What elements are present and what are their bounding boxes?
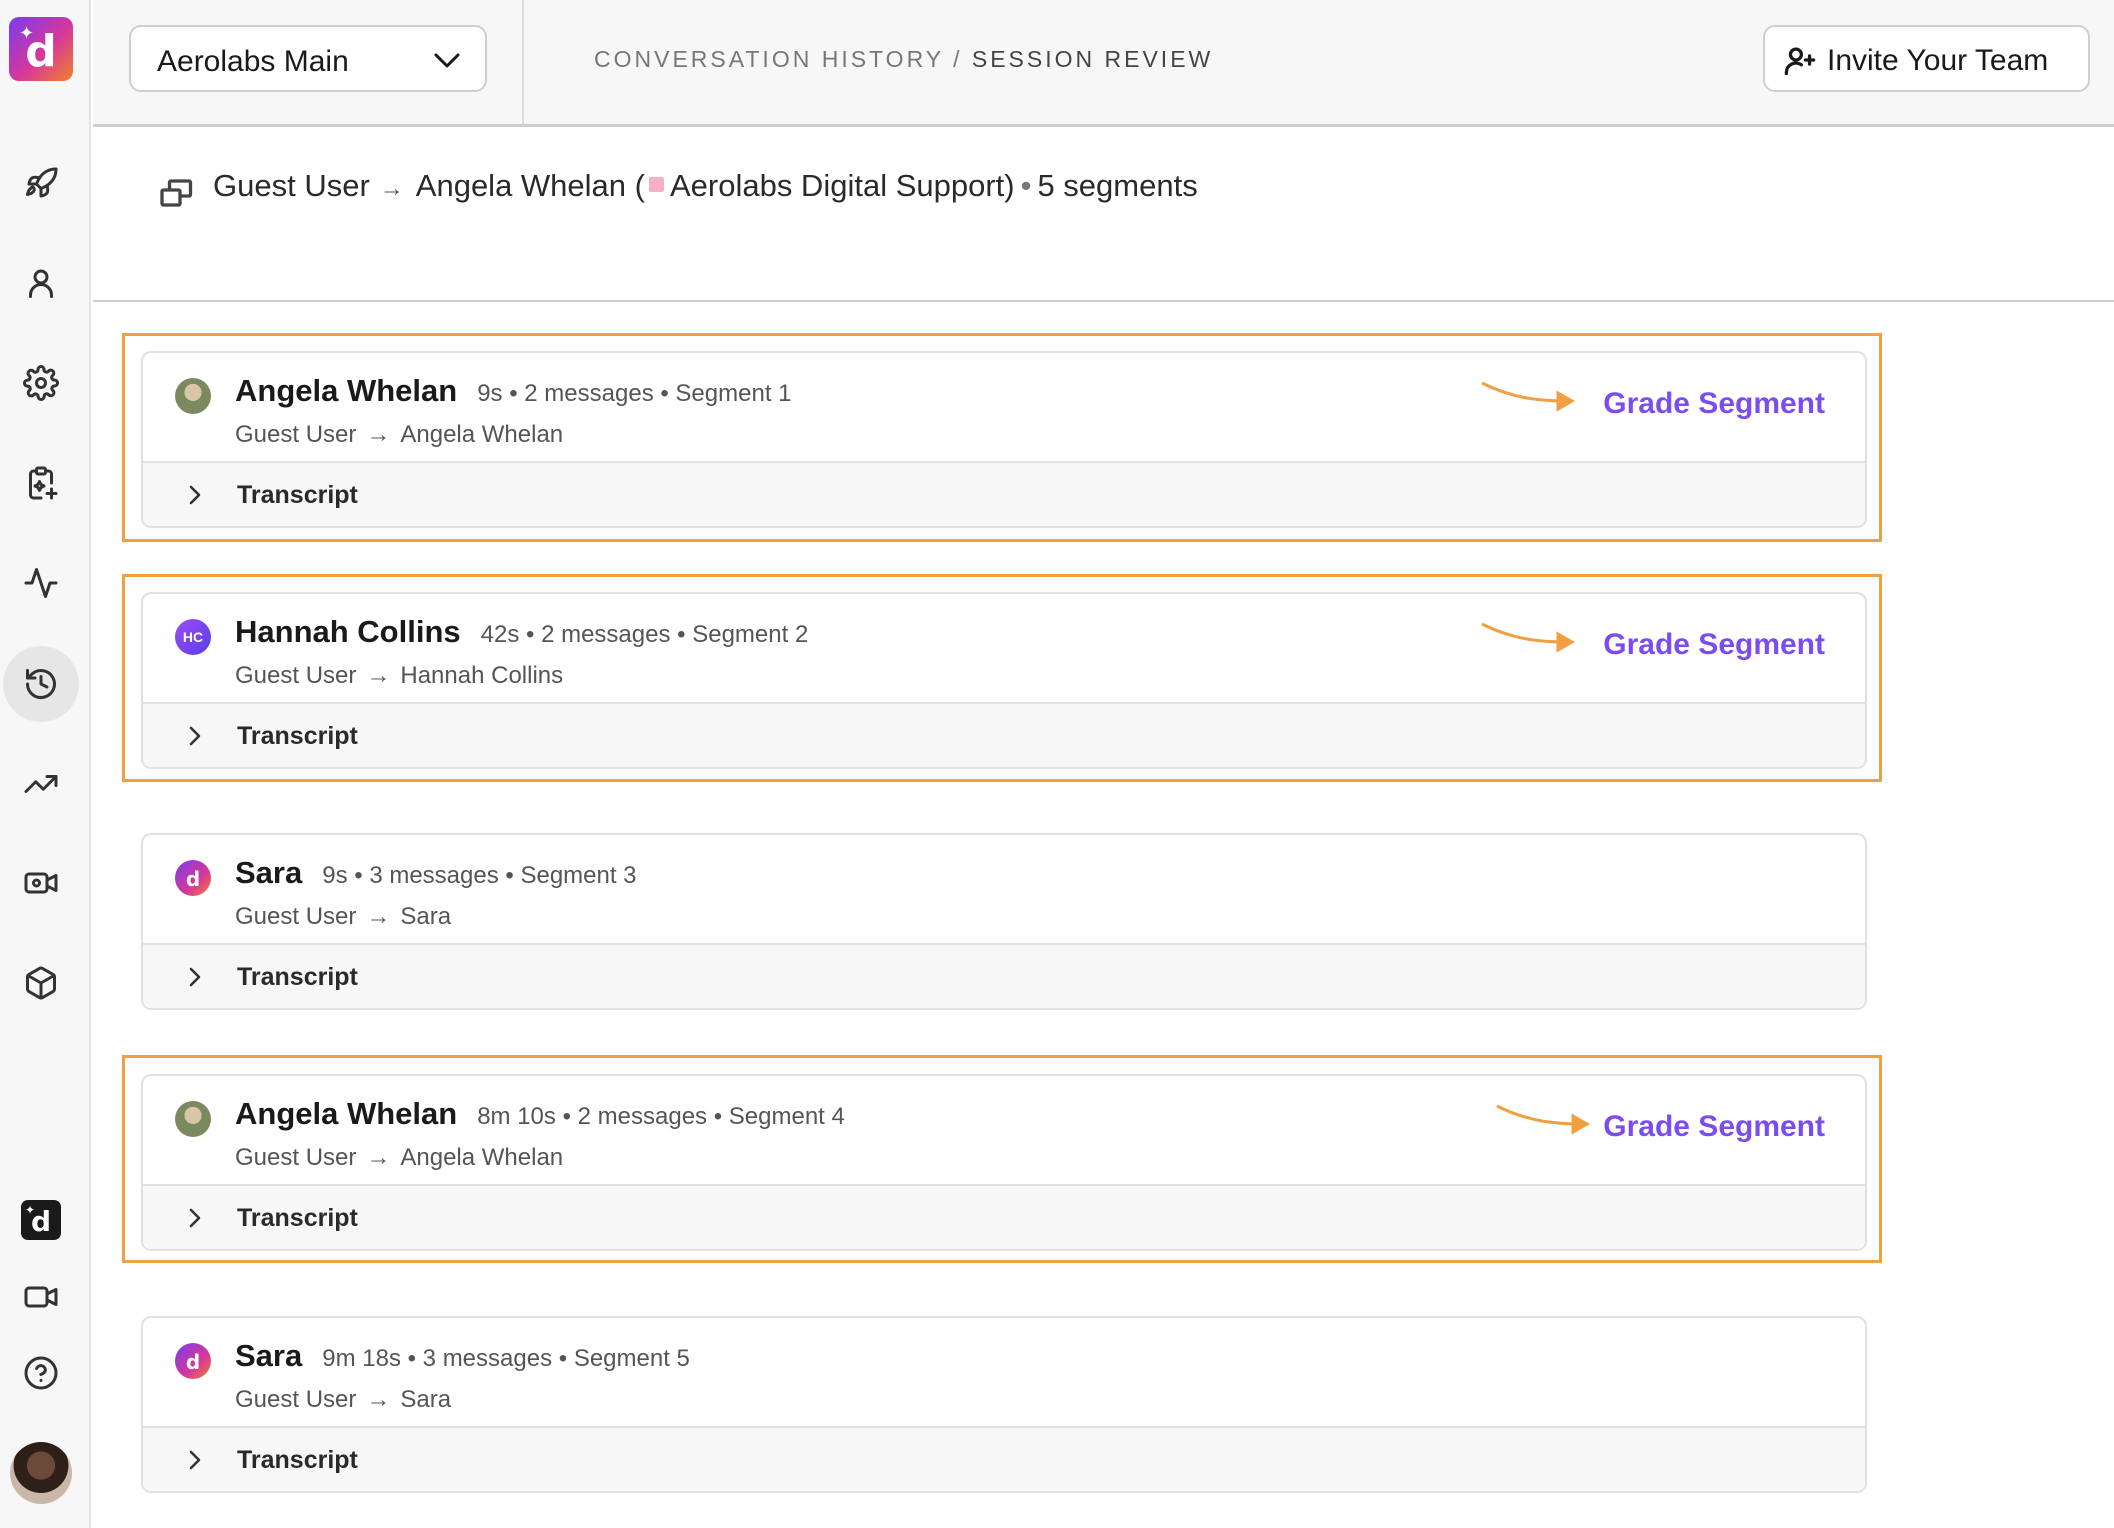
- cube-icon[interactable]: [19, 961, 63, 1005]
- segment-card: Angela Whelan 9s • 2 messages • Segment 1…: [141, 351, 1867, 528]
- breadcrumb: CONVERSATION HISTORY / SESSION REVIEW: [594, 46, 1213, 73]
- arrow-right-icon: →: [379, 175, 404, 202]
- rocket-icon[interactable]: [19, 162, 63, 206]
- agent-name: Angela Whelan 8m 10s • 2 messages • Segme…: [235, 1096, 845, 1131]
- segment-meta: 9s • 2 messages • Segment 1: [477, 380, 792, 407]
- segment-count: 5 segments: [1037, 168, 1198, 203]
- add-user-icon: [1784, 47, 1816, 75]
- top-bar: Aerolabs Main CONVERSATION HISTORY / SES…: [93, 0, 2114, 127]
- segment-header[interactable]: Angela Whelan 8m 10s • 2 messages • Segme…: [143, 1076, 1865, 1186]
- invite-team-label: Invite Your Team: [1827, 44, 2049, 77]
- segment-card: d Sara 9s • 3 messages • Segment 3 Guest …: [141, 833, 1867, 1010]
- segment-route: Guest User → Sara: [235, 903, 452, 930]
- clipboard-sparkle-icon[interactable]: [19, 461, 63, 505]
- video-icon[interactable]: [19, 1275, 63, 1319]
- transcript-toggle[interactable]: Transcript: [143, 1428, 1865, 1491]
- transcript-toggle[interactable]: Transcript: [143, 1186, 1865, 1249]
- segment-meta: 9m 18s • 3 messages • Segment 5: [322, 1345, 690, 1372]
- workspace-name: Aerolabs Main: [157, 45, 349, 78]
- avatar: [175, 378, 211, 414]
- chevron-right-icon: [185, 483, 205, 507]
- grade-segment-button[interactable]: Grade Segment: [1603, 1110, 1825, 1144]
- transcript-label: Transcript: [237, 963, 358, 991]
- breadcrumb-current: SESSION REVIEW: [971, 46, 1214, 72]
- transcript-toggle[interactable]: Transcript: [143, 704, 1865, 767]
- segment-route: Guest User → Angela Whelan: [235, 1144, 564, 1171]
- session-from: Guest User: [213, 168, 370, 203]
- avatar: [175, 1101, 211, 1137]
- app-logo[interactable]: ✦ d: [9, 17, 73, 81]
- breadcrumb-parent[interactable]: CONVERSATION HISTORY: [594, 46, 944, 72]
- annotation-arrow: [1480, 616, 1580, 656]
- grade-segment-button[interactable]: Grade Segment: [1603, 387, 1825, 421]
- grade-segment-button[interactable]: Grade Segment: [1603, 628, 1825, 662]
- transcript-label: Transcript: [237, 1446, 358, 1474]
- transcript-toggle[interactable]: Transcript: [143, 945, 1865, 1008]
- segment-route: Guest User → Angela Whelan: [235, 421, 564, 448]
- breadcrumb-separator: /: [943, 46, 972, 72]
- segment-header[interactable]: d Sara 9m 18s • 3 messages • Segment 5 Gu…: [143, 1318, 1865, 1428]
- user-icon[interactable]: [19, 261, 63, 305]
- separator-dot: •: [1020, 168, 1032, 203]
- help-icon[interactable]: [19, 1351, 63, 1395]
- segment-header[interactable]: HC Hannah Collins 42s • 2 messages • Segm…: [143, 594, 1865, 704]
- segment-header[interactable]: Angela Whelan 9s • 2 messages • Segment 1…: [143, 353, 1865, 463]
- avatar: d: [175, 860, 211, 896]
- session-summary: Guest User → Angela Whelan ( Aerolabs Digit…: [93, 130, 2114, 302]
- arrow-right-icon: →: [366, 903, 391, 930]
- video-settings-icon[interactable]: [19, 861, 63, 905]
- chevron-right-icon: [185, 724, 205, 748]
- transcript-label: Transcript: [237, 481, 358, 509]
- chevron-down-icon: [434, 53, 460, 68]
- gear-icon[interactable]: [19, 361, 63, 405]
- segment-card: Angela Whelan 8m 10s • 2 messages • Segme…: [141, 1074, 1867, 1251]
- arrow-right-icon: →: [366, 1144, 391, 1171]
- avatar: HC: [175, 619, 211, 655]
- invite-team-button[interactable]: Invite Your Team: [1763, 25, 2090, 92]
- agent-name: Sara 9m 18s • 3 messages • Segment 5: [235, 1338, 690, 1373]
- arrow-right-icon: →: [366, 1386, 391, 1413]
- transcript-label: Transcript: [237, 1204, 358, 1232]
- session-team: Aerolabs Digital Support): [669, 168, 1015, 203]
- sidebar: ✦ d ✦ d: [0, 0, 91, 1528]
- session-to: Angela Whelan (: [415, 168, 645, 203]
- activity-icon[interactable]: [19, 561, 63, 605]
- segment-meta: 8m 10s • 2 messages • Segment 4: [477, 1103, 845, 1130]
- avatar: d: [175, 1343, 211, 1379]
- arrow-right-icon: →: [366, 421, 391, 448]
- annotation-arrow: [1480, 375, 1580, 415]
- trending-up-icon[interactable]: [19, 762, 63, 806]
- chevron-right-icon: [185, 1448, 205, 1472]
- segment-meta: 42s • 2 messages • Segment 2: [480, 621, 809, 648]
- team-color-swatch: [648, 177, 664, 192]
- transfer-icon: [159, 175, 195, 211]
- session-route: Guest User → Angela Whelan ( Aerolabs Digit…: [213, 168, 1198, 204]
- logo-letter: d: [25, 26, 57, 77]
- segment-header[interactable]: d Sara 9s • 3 messages • Segment 3 Guest …: [143, 835, 1865, 945]
- segment-meta: 9s • 3 messages • Segment 3: [322, 862, 637, 889]
- agent-name: Angela Whelan 9s • 2 messages • Segment 1: [235, 373, 792, 408]
- arrow-right-icon: →: [366, 662, 391, 689]
- history-icon[interactable]: [19, 662, 63, 706]
- agent-name: Hannah Collins 42s • 2 messages • Segment…: [235, 614, 809, 649]
- segment-route: Guest User → Hannah Collins: [235, 662, 564, 689]
- chevron-right-icon: [185, 1206, 205, 1230]
- transcript-label: Transcript: [237, 722, 358, 750]
- agent-name: Sara 9s • 3 messages • Segment 3: [235, 855, 637, 890]
- header-divider: [522, 0, 524, 124]
- annotation-arrow: [1495, 1098, 1595, 1138]
- avatar[interactable]: [10, 1442, 72, 1504]
- workspace-selector[interactable]: Aerolabs Main: [129, 25, 487, 92]
- chevron-right-icon: [185, 965, 205, 989]
- transcript-toggle[interactable]: Transcript: [143, 463, 1865, 526]
- segment-card: HC Hannah Collins 42s • 2 messages • Segm…: [141, 592, 1867, 769]
- segment-card: d Sara 9m 18s • 3 messages • Segment 5 Gu…: [141, 1316, 1867, 1493]
- segment-route: Guest User → Sara: [235, 1386, 452, 1413]
- brand-icon[interactable]: ✦ d: [21, 1200, 61, 1240]
